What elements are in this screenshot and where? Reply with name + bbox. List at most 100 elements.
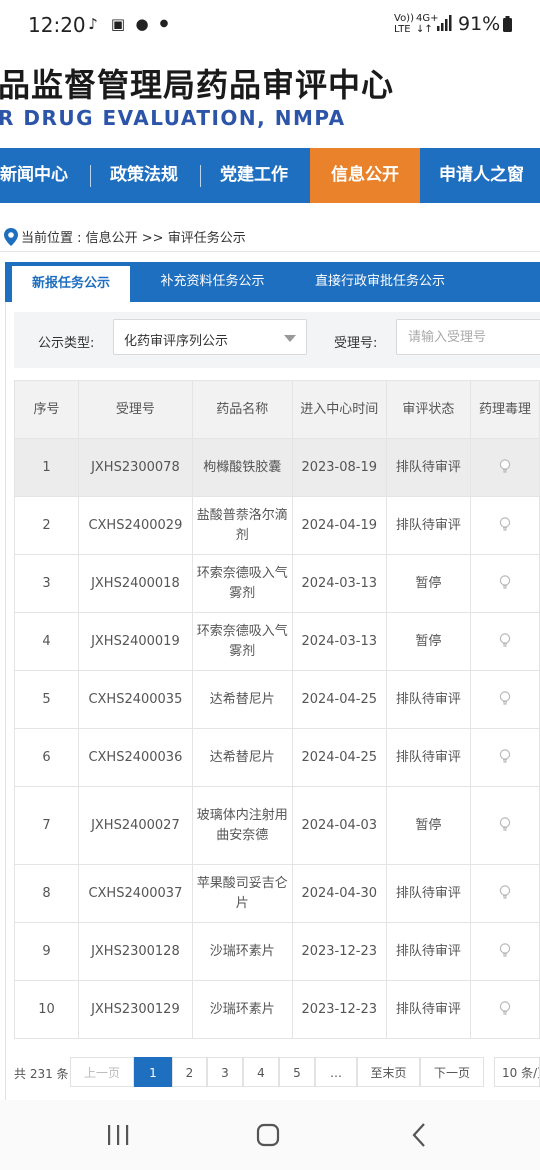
col-header-accept-no: 受理号 [78, 380, 193, 439]
home-icon[interactable] [253, 1120, 283, 1150]
cell-no: 1 [13, 438, 80, 497]
cell-status: 排队待审评 [385, 864, 472, 923]
cell-status: 暂停 [385, 786, 472, 865]
cell-accept-no: CXHS2400037 [78, 864, 193, 923]
lte-label: LTE [394, 24, 411, 35]
cell-status: 排队待审评 [385, 670, 472, 729]
cell-pharmacology[interactable] [470, 980, 540, 1039]
cell-drug-name: 达希替尼片 [191, 670, 293, 729]
bulb-icon [499, 459, 511, 473]
cell-pharmacology[interactable] [470, 728, 540, 787]
nav-divider [200, 165, 201, 187]
col-header-status: 审评状态 [385, 380, 472, 439]
page-button[interactable]: 3 [207, 1057, 243, 1087]
status-bar: 12:20 ♪ ▣ ● ● Vo)) LTE 4G+ ↓↑ 91% [0, 0, 540, 48]
cell-entry-time: 2024-04-19 [291, 496, 387, 555]
cell-drug-name: 苹果酸司妥吉仑片 [191, 864, 293, 923]
cell-pharmacology[interactable] [470, 922, 540, 981]
bulb-icon [499, 517, 511, 531]
next-page-button[interactable]: 下一页 [420, 1057, 484, 1087]
nav-item-party[interactable]: 党建工作 [220, 148, 288, 203]
cell-accept-no: CXHS2400029 [78, 496, 193, 555]
nav-item-applicant[interactable]: 申请人之窗 [439, 148, 524, 203]
volte-label: Vo)) [394, 13, 414, 24]
table-row: 7 JXHS2400027 玻璃体内注射用曲安奈德 2024-04-03 暂停 [13, 786, 540, 865]
bulb-icon [499, 575, 511, 589]
bulb-icon [499, 633, 511, 647]
cell-accept-no: JXHS2400018 [78, 554, 193, 613]
prev-page-button[interactable]: 上一页 [70, 1057, 134, 1087]
cell-entry-time: 2024-04-30 [291, 864, 387, 923]
nav-item-news[interactable]: 新闻中心 [0, 148, 68, 203]
page-button[interactable]: 5 [279, 1057, 315, 1087]
cell-no: 3 [13, 554, 80, 613]
total-count: 共 231 条 [14, 1067, 69, 1081]
cell-entry-time: 2024-04-25 [291, 728, 387, 787]
task-tabs: 新报任务公示 补充资料任务公示 直接行政审批任务公示 [5, 262, 540, 302]
cell-status: 排队待审评 [385, 980, 472, 1039]
tab-direct-approval-tasks[interactable]: 直接行政审批任务公示 [300, 262, 460, 302]
tab-new-tasks[interactable]: 新报任务公示 [12, 266, 130, 302]
cell-pharmacology[interactable] [470, 670, 540, 729]
cell-drug-name: 沙瑞环素片 [191, 980, 293, 1039]
cell-pharmacology[interactable] [470, 864, 540, 923]
cell-entry-time: 2023-12-23 [291, 980, 387, 1039]
cell-entry-time: 2024-04-25 [291, 670, 387, 729]
cell-pharmacology[interactable] [470, 612, 540, 671]
tab-supplement-tasks[interactable]: 补充资料任务公示 [145, 262, 280, 302]
more-pages-button[interactable]: … [315, 1057, 357, 1087]
pagination: 共 231 条 上一页 1 2 3 4 5 … 至末页 下一页 10 条/页 [0, 1056, 540, 1088]
col-header-drug-name: 药品名称 [191, 380, 293, 439]
table-row: 5 CXHS2400035 达希替尼片 2024-04-25 排队待审评 [13, 670, 540, 729]
type-select-value: 化药审评序列公示 [124, 334, 229, 349]
site-subtitle: R DRUG EVALUATION, NMPA [0, 106, 346, 130]
nav-item-info-disclosure[interactable]: 信息公开 [310, 148, 420, 203]
location-pin-icon [4, 228, 18, 246]
signal-icon [437, 15, 452, 31]
cell-no: 6 [13, 728, 80, 787]
cell-status: 暂停 [385, 554, 472, 613]
cell-entry-time: 2024-04-03 [291, 786, 387, 865]
cell-pharmacology[interactable] [470, 786, 540, 865]
cell-drug-name: 盐酸普萘洛尔滴剂 [191, 496, 293, 555]
volte-indicator: Vo)) LTE [394, 13, 414, 35]
cell-pharmacology[interactable] [470, 438, 540, 497]
recent-apps-icon[interactable] [103, 1120, 133, 1150]
cell-accept-no: JXHS2300078 [78, 438, 193, 497]
accept-no-input[interactable] [396, 319, 540, 355]
table-row: 9 JXHS2300128 沙瑞环素片 2023-12-23 排队待审评 [13, 922, 540, 981]
cell-status: 排队待审评 [385, 438, 472, 497]
type-select[interactable]: 化药审评序列公示 [113, 319, 307, 355]
cell-status: 排队待审评 [385, 496, 472, 555]
page-button[interactable]: 1 [134, 1057, 172, 1087]
page-button[interactable]: 4 [243, 1057, 279, 1087]
cell-accept-no: CXHS2400035 [78, 670, 193, 729]
last-page-button[interactable]: 至末页 [357, 1057, 420, 1087]
network-type-indicator: 4G+ ↓↑ [416, 13, 439, 35]
nav-item-policy[interactable]: 政策法规 [110, 148, 178, 203]
page-button[interactable]: 2 [172, 1057, 207, 1087]
location-app-icon: ● [135, 15, 149, 33]
bulb-icon [499, 885, 511, 899]
cell-entry-time: 2024-03-13 [291, 612, 387, 671]
clock: 12:20 [28, 13, 86, 37]
back-icon[interactable] [405, 1120, 435, 1150]
system-nav-bar [0, 1100, 540, 1170]
cell-status: 暂停 [385, 612, 472, 671]
col-header-pharmacology: 药理毒理 [470, 380, 540, 439]
task-table: 序号 受理号 药品名称 进入中心时间 审评状态 药理毒理 1 JXHS230007… [13, 380, 540, 1039]
col-header-no: 序号 [13, 380, 80, 439]
page-size-select[interactable]: 10 条/页 [494, 1057, 540, 1087]
battery-icon [503, 16, 512, 32]
cell-accept-no: JXHS2300129 [78, 980, 193, 1039]
cell-entry-time: 2023-12-23 [291, 922, 387, 981]
bulb-icon [499, 1001, 511, 1015]
cell-accept-no: JXHS2300128 [78, 922, 193, 981]
cell-pharmacology[interactable] [470, 496, 540, 555]
table-row: 6 CXHS2400036 达希替尼片 2024-04-25 排队待审评 [13, 728, 540, 787]
cell-pharmacology[interactable] [470, 554, 540, 613]
col-header-entry-time: 进入中心时间 [291, 380, 387, 439]
cell-drug-name: 沙瑞环素片 [191, 922, 293, 981]
cell-no: 4 [13, 612, 80, 671]
network-type-label: 4G+ [416, 13, 439, 24]
